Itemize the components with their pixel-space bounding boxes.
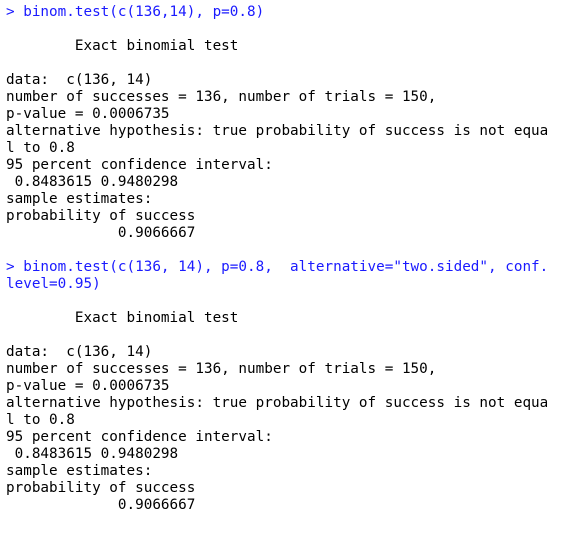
- command-line: > binom.test(c(136,14), p=0.8): [6, 4, 265, 20]
- r-console-output[interactable]: > binom.test(c(136,14), p=0.8) Exact bin…: [6, 4, 565, 514]
- estimate-value: 0.9066667: [6, 225, 196, 241]
- test-title: Exact binomial test: [6, 310, 239, 326]
- output-data-line: data: c(136, 14): [6, 344, 153, 360]
- p-value-line: p-value = 0.0006735: [6, 106, 170, 122]
- output-line: number of successes = 136, number of tri…: [6, 89, 437, 105]
- console-block-2: > binom.test(c(136, 14), p=0.8, alternat…: [6, 259, 565, 514]
- estimate-name: probability of success: [6, 208, 196, 224]
- output-line: l to 0.8: [6, 140, 75, 156]
- p-value-line: p-value = 0.0006735: [6, 378, 170, 394]
- output-line: l to 0.8: [6, 412, 75, 428]
- confidence-interval-values: 0.8483615 0.9480298: [6, 174, 179, 190]
- confidence-interval-label: 95 percent confidence interval:: [6, 429, 273, 445]
- test-title: Exact binomial test: [6, 38, 239, 54]
- estimate-name: probability of success: [6, 480, 196, 496]
- sample-estimates-label: sample estimates:: [6, 191, 153, 207]
- command-line-continuation: level=0.95): [6, 276, 101, 292]
- alternative-hypothesis-line: alternative hypothesis: true probability…: [6, 123, 549, 139]
- estimate-value: 0.9066667: [6, 497, 196, 513]
- confidence-interval-label: 95 percent confidence interval:: [6, 157, 273, 173]
- console-block-1: > binom.test(c(136,14), p=0.8) Exact bin…: [6, 4, 565, 259]
- confidence-interval-values: 0.8483615 0.9480298: [6, 446, 179, 462]
- sample-estimates-label: sample estimates:: [6, 463, 153, 479]
- output-data-line: data: c(136, 14): [6, 72, 153, 88]
- alternative-hypothesis-line: alternative hypothesis: true probability…: [6, 395, 549, 411]
- output-line: number of successes = 136, number of tri…: [6, 361, 437, 377]
- command-line: > binom.test(c(136, 14), p=0.8, alternat…: [6, 259, 549, 275]
